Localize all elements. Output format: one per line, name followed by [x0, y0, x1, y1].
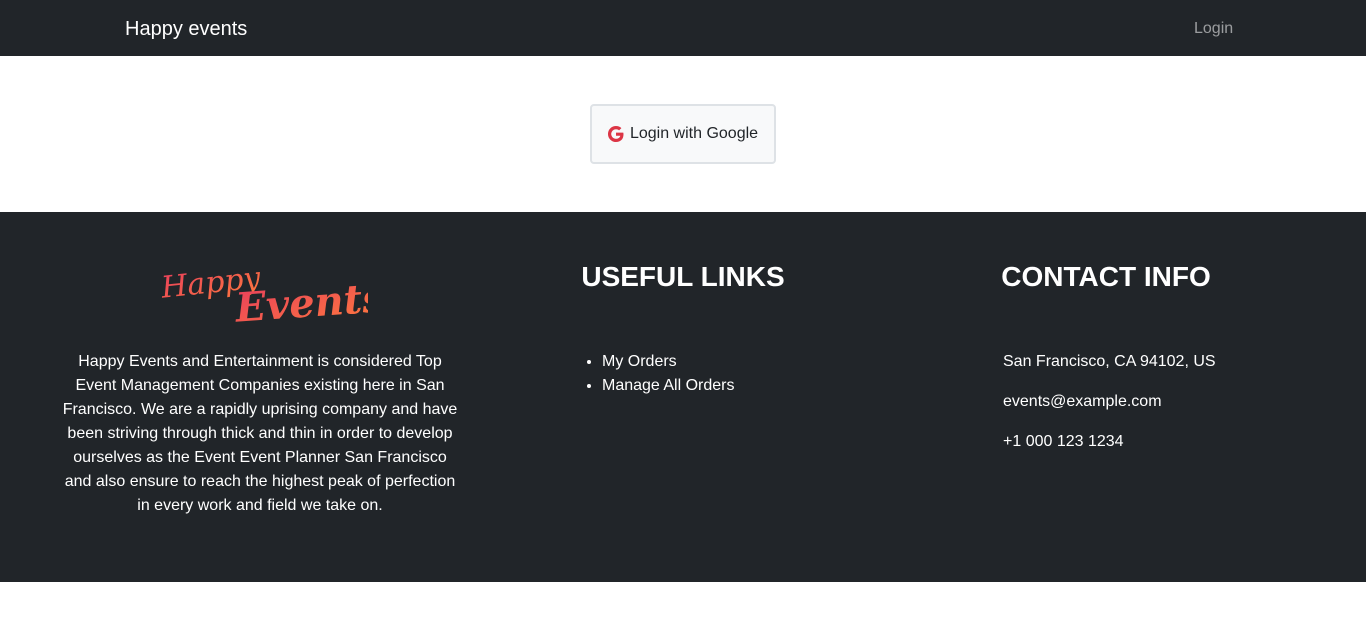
about-text: Happy Events and Entertainment is consid… [62, 353, 458, 514]
login-section: Login with Google [0, 56, 1366, 212]
login-with-google-button[interactable]: Login with Google [590, 104, 776, 164]
contact-info: San Francisco, CA 94102, US events@examp… [1003, 350, 1216, 470]
login-with-google-label: Login with Google [629, 125, 759, 142]
top-navbar: Happy events Login [0, 0, 1366, 56]
contact-info-title: CONTACT INFO [1001, 261, 1211, 292]
my-orders-link[interactable]: My Orders [602, 353, 677, 370]
happy-events-logo: Happy Events [158, 252, 387, 332]
contact-phone: +1 000 123 1234 [1003, 433, 1124, 450]
brand-link[interactable]: Happy events [125, 16, 247, 42]
manage-all-orders-link[interactable]: Manage All Orders [602, 377, 735, 394]
nav-login-link[interactable]: Login [1194, 18, 1233, 40]
useful-links-list: My Orders Manage All Orders [602, 350, 735, 398]
list-item: Manage All Orders [602, 374, 735, 398]
useful-links-title: USEFUL LINKS [581, 261, 785, 292]
footer: Happy Events Happy Events and Entertainm… [0, 212, 1366, 582]
google-icon [607, 126, 624, 142]
contact-email: events@example.com [1003, 393, 1162, 410]
list-item: My Orders [602, 350, 735, 374]
contact-address: San Francisco, CA 94102, US [1003, 353, 1216, 370]
svg-text:Events: Events [233, 274, 368, 331]
